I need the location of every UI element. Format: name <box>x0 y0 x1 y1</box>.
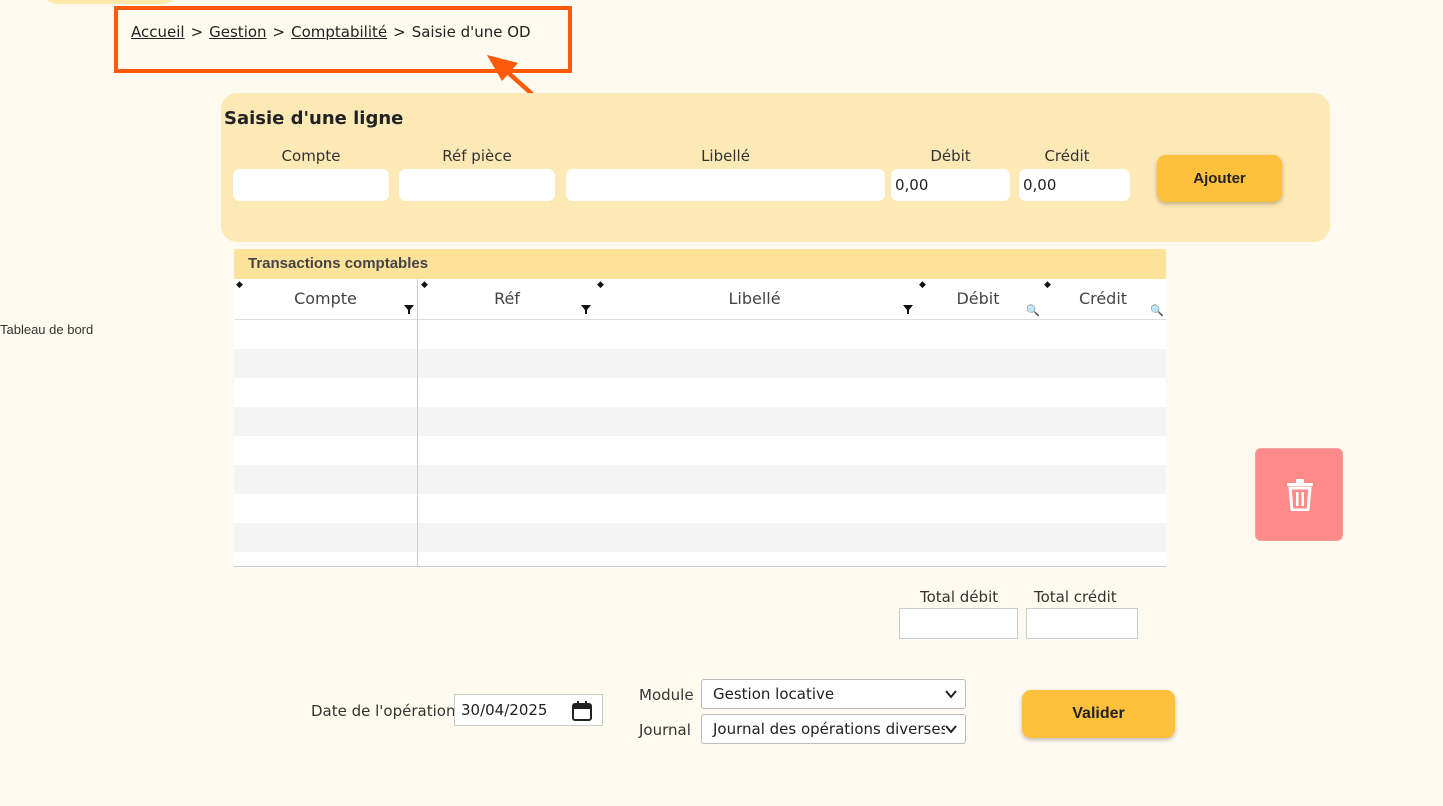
libelle-label: Libellé <box>701 147 750 165</box>
breadcrumb: Accueil > Gestion > Comptabilité > Saisie d'un… <box>131 23 531 41</box>
trash-icon <box>1287 479 1313 511</box>
compte-label: Compte <box>281 147 341 165</box>
table-row[interactable] <box>234 407 1166 436</box>
debit-input[interactable] <box>891 169 1010 201</box>
total-debit-field <box>899 608 1018 639</box>
date-input[interactable]: 30/04/2025 <box>454 694 603 726</box>
sort-icon[interactable]: ◆ <box>1044 281 1051 290</box>
date-value: 30/04/2025 <box>461 701 548 719</box>
total-credit-field <box>1026 608 1138 639</box>
add-line-button[interactable]: Ajouter <box>1157 155 1282 202</box>
column-header-compte[interactable]: Compte <box>234 279 417 320</box>
compte-input[interactable] <box>233 169 389 201</box>
breadcrumb-separator: > <box>190 23 204 41</box>
chevron-down-icon <box>945 723 957 735</box>
table-row[interactable] <box>234 349 1166 378</box>
breadcrumb-link-comptabilite[interactable]: Comptabilité <box>291 23 387 41</box>
search-icon[interactable]: 🔍 <box>1150 304 1164 317</box>
panel-title: Saisie d'une ligne <box>224 108 404 129</box>
breadcrumb-current: Saisie d'une OD <box>411 23 531 41</box>
filter-icon[interactable] <box>404 305 414 314</box>
column-header-debit[interactable]: Débit <box>919 279 1037 320</box>
credit-input[interactable] <box>1019 169 1130 201</box>
libelle-input[interactable] <box>566 169 885 201</box>
grid-body <box>234 320 1166 552</box>
table-row[interactable] <box>234 378 1166 407</box>
calendar-icon[interactable] <box>572 701 592 721</box>
breadcrumb-separator: > <box>272 23 286 41</box>
line-entry-panel: Saisie d'une ligne Compte Réf pièce Libe… <box>221 93 1330 242</box>
validate-button[interactable]: Valider <box>1022 690 1175 738</box>
transactions-grid: Transactions comptables Compte ◆ Réf ◆ L… <box>234 249 1166 567</box>
sort-icon[interactable]: ◆ <box>597 281 604 290</box>
grid-header: Compte ◆ Réf ◆ Libellé ◆ Débit ◆ 🔍 Crédi… <box>234 279 1166 320</box>
breadcrumb-separator: > <box>393 23 406 41</box>
module-selected-value: Gestion locative <box>713 685 835 703</box>
total-debit-label: Total débit <box>920 588 999 606</box>
decorative-blob <box>40 0 180 4</box>
column-header-ref[interactable]: Réf <box>417 279 597 320</box>
sidebar-item-dashboard[interactable]: Tableau de bord <box>0 322 93 337</box>
search-icon[interactable]: 🔍 <box>1026 304 1040 317</box>
chevron-down-icon <box>945 690 957 699</box>
date-label: Date de l'opération <box>311 702 456 720</box>
module-select[interactable]: Gestion locative <box>701 679 966 709</box>
journal-label: Journal <box>639 721 691 739</box>
grid-title: Transactions comptables <box>234 249 1166 279</box>
breadcrumb-link-accueil[interactable]: Accueil <box>131 23 185 41</box>
sort-icon[interactable]: ◆ <box>919 281 926 290</box>
column-header-libelle[interactable]: Libellé <box>597 279 912 320</box>
table-row[interactable] <box>234 494 1166 523</box>
table-row[interactable] <box>234 465 1166 494</box>
ref-piece-input[interactable] <box>399 169 555 201</box>
journal-select[interactable]: Journal des opérations diverses <box>701 714 966 744</box>
total-credit-label: Total crédit <box>1034 588 1117 606</box>
debit-label: Débit <box>930 147 971 165</box>
filter-icon[interactable] <box>903 305 913 314</box>
delete-button[interactable] <box>1255 448 1343 541</box>
ref-piece-label: Réf pièce <box>442 147 512 165</box>
sort-icon[interactable]: ◆ <box>421 281 428 290</box>
journal-selected-value: Journal des opérations diverses <box>713 720 949 738</box>
module-label: Module <box>639 686 694 704</box>
credit-label: Crédit <box>1044 147 1090 165</box>
table-row[interactable] <box>234 523 1166 552</box>
column-divider <box>417 279 418 567</box>
filter-icon[interactable] <box>581 305 591 314</box>
table-row[interactable] <box>234 320 1166 349</box>
sort-icon[interactable]: ◆ <box>236 281 243 290</box>
column-header-credit[interactable]: Crédit <box>1044 279 1162 320</box>
table-row[interactable] <box>234 436 1166 465</box>
breadcrumb-link-gestion[interactable]: Gestion <box>209 23 266 41</box>
